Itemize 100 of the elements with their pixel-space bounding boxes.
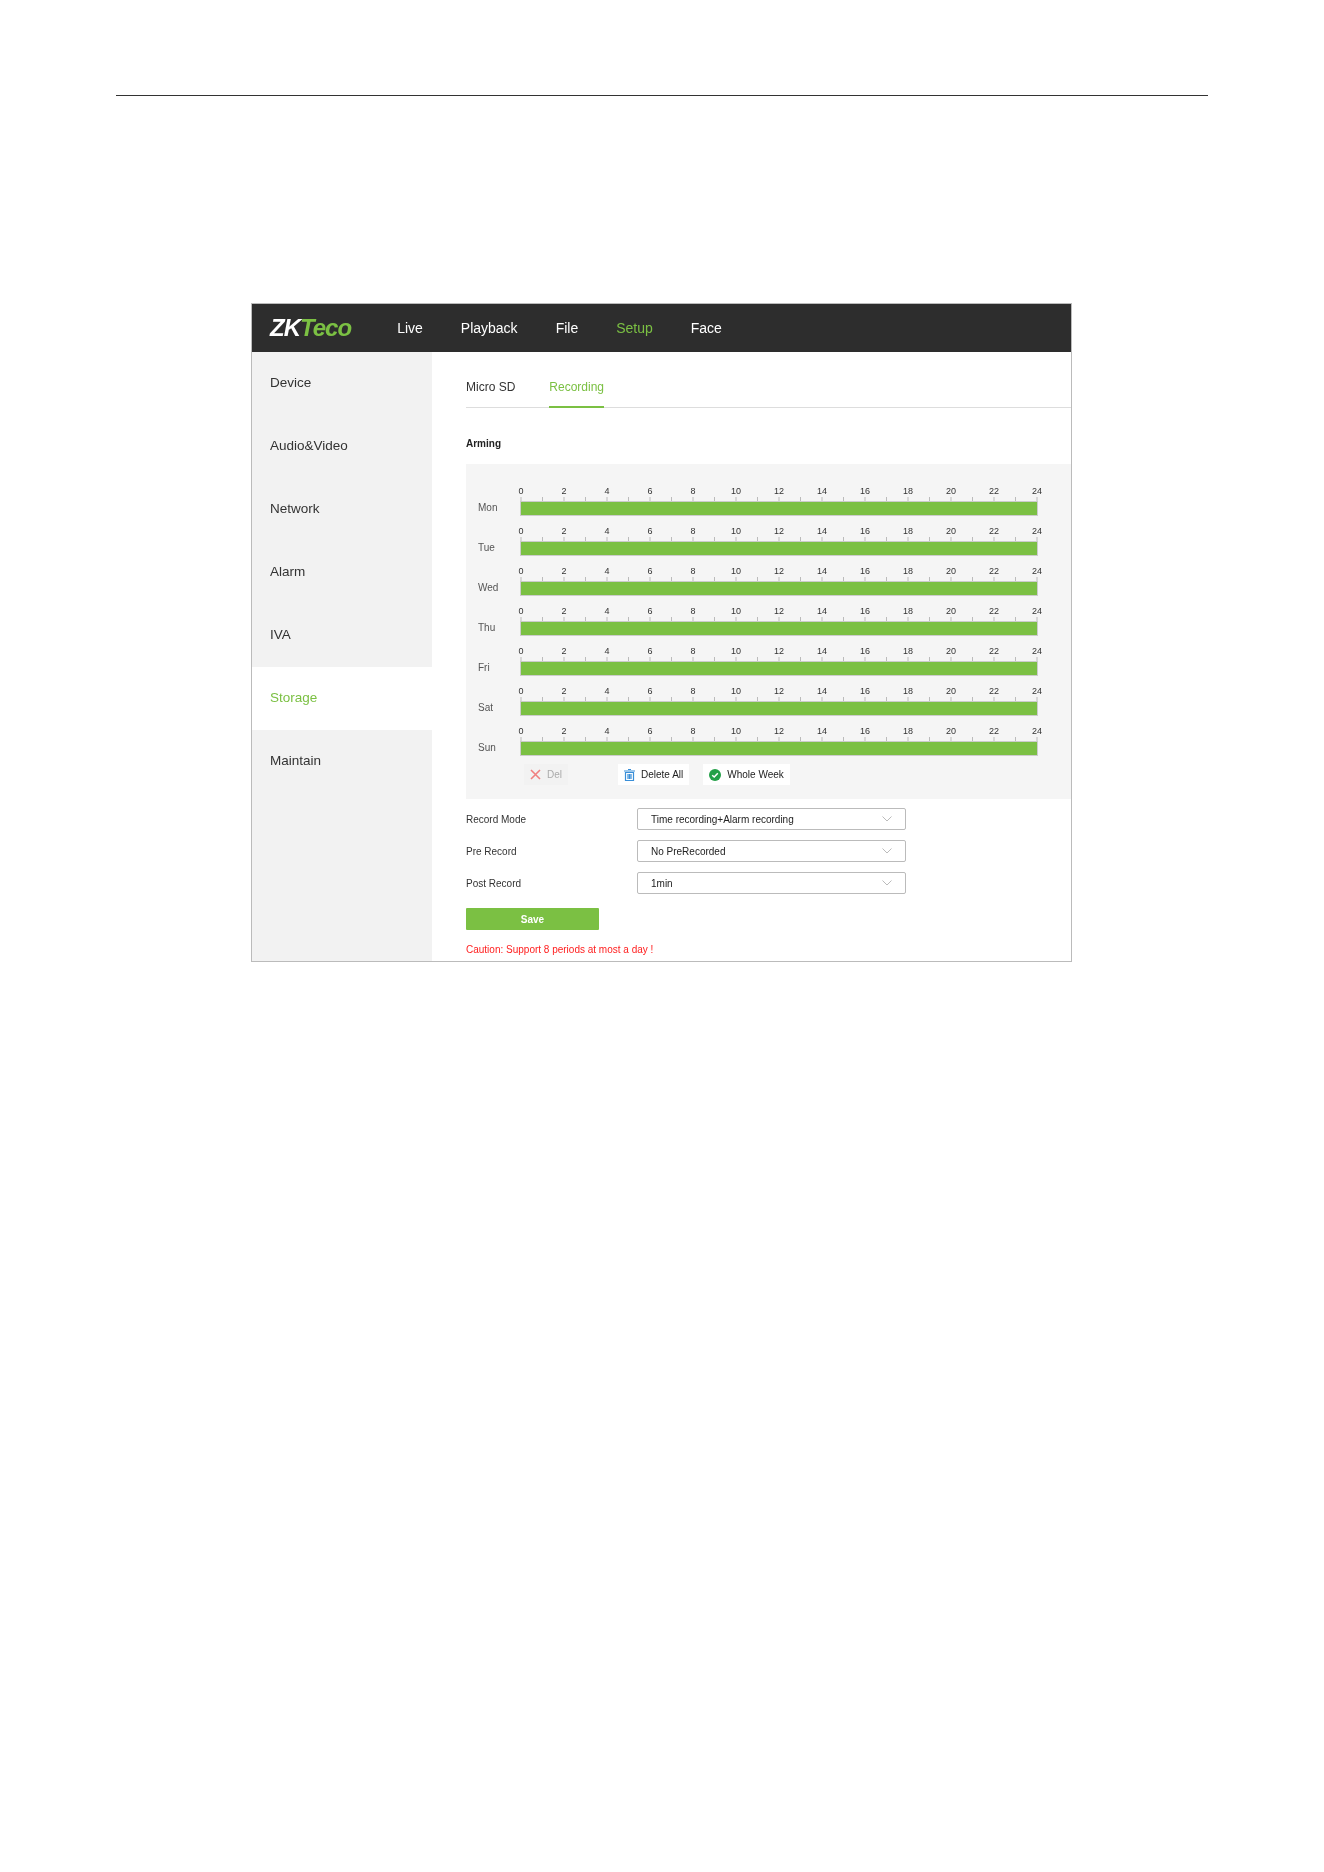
hour-label: 16 [860, 565, 870, 577]
hour-label: 0 [518, 685, 524, 697]
hour-label: 6 [647, 685, 653, 697]
hour-label: 4 [604, 485, 610, 497]
hour-label: 16 [860, 605, 870, 617]
hour-label: 24 [1032, 725, 1042, 737]
hour-label: 22 [989, 525, 999, 537]
hour-label: 2 [561, 485, 567, 497]
hour-label: 16 [860, 685, 870, 697]
schedule-bar[interactable] [521, 502, 1037, 515]
hour-label: 2 [561, 605, 567, 617]
chevron-down-icon [882, 880, 892, 886]
chevron-down-icon [882, 848, 892, 854]
hour-label: 10 [731, 565, 741, 577]
hour-label: 10 [731, 725, 741, 737]
hour-label: 2 [561, 645, 567, 657]
hour-label: 12 [774, 485, 784, 497]
hour-label: 0 [518, 605, 524, 617]
hour-label: 6 [647, 605, 653, 617]
toolbar-button[interactable]: Delete All [618, 764, 690, 785]
hour-label: 2 [561, 525, 567, 537]
sidebar-item[interactable]: Network [252, 478, 432, 541]
dropdown-field[interactable]: No PreRecorded [637, 840, 906, 862]
sidebar-item[interactable]: Audio&Video [252, 415, 432, 478]
schedule-bar[interactable] [521, 542, 1037, 555]
hour-label: 22 [989, 565, 999, 577]
hour-label: 14 [817, 645, 827, 657]
hour-label: 6 [647, 525, 653, 537]
hour-label: 22 [989, 605, 999, 617]
hour-label: 10 [731, 645, 741, 657]
close-icon [530, 769, 541, 780]
hour-label: 6 [647, 645, 653, 657]
hour-label: 14 [817, 525, 827, 537]
hour-label: 6 [647, 565, 653, 577]
field-label: Record Mode [466, 812, 528, 827]
hour-label: 6 [647, 725, 653, 737]
hour-label: 24 [1032, 685, 1042, 697]
hour-label: 22 [989, 485, 999, 497]
hour-label: 18 [903, 685, 913, 697]
hour-label: 16 [860, 485, 870, 497]
schedule-bar[interactable] [521, 662, 1037, 675]
hour-label: 4 [604, 525, 610, 537]
hour-label: 8 [690, 725, 696, 737]
schedule-bar[interactable] [521, 742, 1037, 755]
hour-label: 4 [604, 645, 610, 657]
hour-label: 10 [731, 485, 741, 497]
day-label: Mon [477, 501, 499, 515]
hour-label: 8 [690, 485, 696, 497]
tab[interactable]: Micro SD [466, 374, 516, 408]
chevron-down-icon [882, 816, 892, 822]
hour-label: 24 [1032, 645, 1042, 657]
hour-label: 4 [604, 605, 610, 617]
hour-label: 22 [989, 645, 999, 657]
nav-tab[interactable]: Setup [616, 317, 653, 339]
hour-label: 12 [774, 525, 784, 537]
hour-label: 0 [518, 485, 524, 497]
sidebar-item[interactable]: Maintain [252, 730, 432, 793]
day-label: Thu [477, 621, 497, 635]
schedule-bar[interactable] [521, 582, 1037, 595]
logo: ZKTeco [270, 316, 352, 340]
sidebar-item[interactable]: IVA [252, 604, 432, 667]
hour-label: 12 [774, 645, 784, 657]
hour-label: 8 [690, 565, 696, 577]
nav-tab[interactable]: Face [690, 317, 722, 339]
sidebar-item[interactable]: Device [252, 352, 432, 415]
hour-label: 6 [647, 485, 653, 497]
schedule-bar[interactable] [521, 702, 1037, 715]
hour-label: 0 [518, 645, 524, 657]
hour-label: 16 [860, 725, 870, 737]
hour-label: 0 [518, 725, 524, 737]
hour-label: 8 [690, 605, 696, 617]
hour-label: 18 [903, 485, 913, 497]
hour-label: 2 [561, 565, 567, 577]
dropdown-field[interactable]: 1min [637, 872, 906, 894]
hour-label: 20 [946, 565, 956, 577]
hour-label: 10 [731, 605, 741, 617]
nav-tab[interactable]: Live [397, 317, 423, 339]
hour-label: 4 [604, 565, 610, 577]
hour-label: 24 [1032, 485, 1042, 497]
hour-label: 14 [817, 605, 827, 617]
field-label: Post Record [466, 876, 523, 891]
hour-label: 20 [946, 645, 956, 657]
day-label: Sat [477, 701, 494, 715]
hour-label: 16 [860, 525, 870, 537]
hour-label: 22 [989, 685, 999, 697]
hour-label: 10 [731, 525, 741, 537]
day-label: Fri [477, 661, 491, 675]
nav-tab[interactable]: Playback [460, 317, 518, 339]
field-label: Pre Record [466, 844, 518, 859]
hour-label: 18 [903, 525, 913, 537]
sidebar-item[interactable]: Alarm [252, 541, 432, 604]
hour-label: 0 [518, 525, 524, 537]
hour-label: 8 [690, 685, 696, 697]
nav-tab[interactable]: File [555, 317, 579, 339]
hour-label: 4 [604, 685, 610, 697]
hour-label: 14 [817, 565, 827, 577]
toolbar-button[interactable]: Whole Week [703, 764, 790, 785]
hour-label: 14 [817, 725, 827, 737]
dropdown-field[interactable]: Time recording+Alarm recording [637, 808, 906, 830]
schedule-bar[interactable] [521, 622, 1037, 635]
